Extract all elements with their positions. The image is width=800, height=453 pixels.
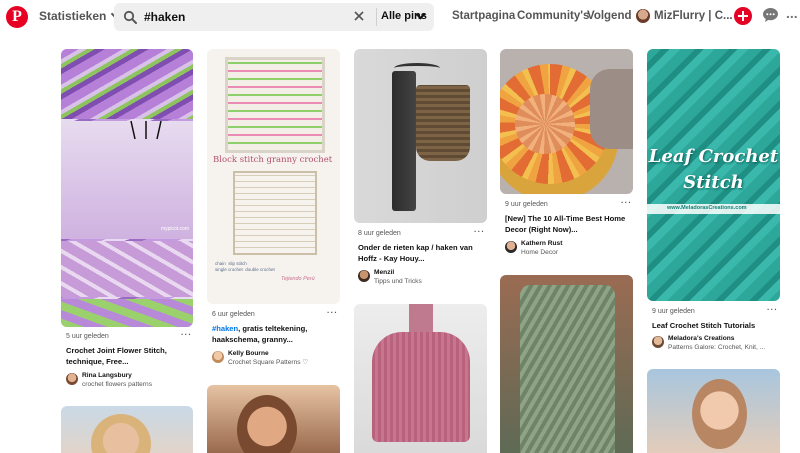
pin-user-block: Kathern Rust Home Decor <box>521 240 562 257</box>
overlay-text: Leaf Crochet Stitch <box>647 144 780 196</box>
search-icon <box>123 10 137 24</box>
legend-chain: chain <box>215 261 226 266</box>
pin-user-board[interactable]: crochet flowers patterns <box>82 381 152 390</box>
top-bar: P Statistieken #haken Alle pins Startpag… <box>0 0 800 34</box>
pin-more-button[interactable]: ··· <box>621 198 632 207</box>
search-bar[interactable]: #haken Alle pins <box>114 3 434 31</box>
pin-title[interactable]: Leaf Crochet Stitch Tutorials <box>652 320 777 331</box>
overlay-title-2: crochet <box>299 155 333 165</box>
granny-square-photo <box>225 57 325 153</box>
overlay-line-1: Leaf Crochet <box>648 146 779 167</box>
portrait <box>237 395 297 453</box>
pin-user-board[interactable]: Patterns Galore: Crochet, Knit, ... <box>668 344 765 353</box>
pin-image-basket[interactable] <box>354 49 487 223</box>
pin-image-leaf-stitch[interactable]: Leaf Crochet Stitch www.MeladorasCreatio… <box>647 49 780 301</box>
search-divider <box>376 8 377 26</box>
overlay-title: Block stitch granny <box>213 155 297 165</box>
overlay-site: www.MeladorasCreations.com <box>667 205 747 211</box>
pin-time: 6 uur geleden <box>212 311 255 318</box>
portrait <box>692 379 747 449</box>
user-avatar[interactable] <box>636 9 650 23</box>
pin-title[interactable]: #haken, gratis teltekening, haakschema, … <box>212 323 337 345</box>
create-plus-icon[interactable] <box>734 7 752 25</box>
scarf <box>392 71 416 211</box>
statistics-label: Statistieken <box>39 9 107 23</box>
pinterest-logo-icon: P <box>12 8 22 25</box>
nav-community[interactable]: Community's <box>517 10 589 22</box>
sweater <box>372 332 470 442</box>
overlay-heading: Block stitch granny crochet <box>213 155 340 165</box>
pin-image-pink-sweater[interactable] <box>354 304 487 453</box>
pin-more-button[interactable]: ··· <box>327 308 338 317</box>
avatar[interactable] <box>358 270 370 282</box>
pin-user-block: Meladora's Creations Patterns Galore: Cr… <box>668 335 765 352</box>
pin-title[interactable]: Onder de rieten kap / haken van Hoffz - … <box>358 242 483 264</box>
search-input[interactable]: #haken <box>144 10 185 24</box>
pin-title[interactable]: [New] The 10 All-Time Best Home Decor (R… <box>505 213 630 235</box>
chat-icon[interactable] <box>762 7 779 23</box>
credit-text: Tejiendo Perú <box>281 276 315 282</box>
pin-user-name[interactable]: Rina Langsbury <box>82 372 152 381</box>
diagram-chart <box>233 171 317 255</box>
pin-user-name[interactable]: Menzil <box>374 269 422 278</box>
watermark: mypicot.com <box>160 226 189 232</box>
pinterest-logo[interactable]: P <box>6 6 28 28</box>
pin-time: 8 uur geleden <box>358 230 401 237</box>
arrow-marks <box>130 120 162 140</box>
pin-user-name[interactable]: Kelly Bourne <box>228 350 308 359</box>
pin-user-board[interactable]: Crochet Square Patterns ♡ <box>228 359 308 368</box>
avatar[interactable] <box>66 373 78 385</box>
pin-time: 9 uur geleden <box>652 308 695 315</box>
pin-user-name[interactable]: Kathern Rust <box>521 240 562 249</box>
lace-top <box>520 285 615 453</box>
pin-image-joint-flower[interactable]: mypicot.com <box>61 49 193 327</box>
wicker-basket <box>416 85 470 161</box>
avatar[interactable] <box>652 336 664 348</box>
hand <box>590 69 633 149</box>
pin-image-lace-top[interactable] <box>500 275 633 453</box>
pin-user-block: Menzil Tipps und Tricks <box>374 269 422 286</box>
avatar[interactable] <box>212 351 224 363</box>
pin-image-granny-square[interactable]: Block stitch granny crochet chain slip s… <box>207 49 340 304</box>
statistics-menu[interactable]: Statistieken <box>39 9 120 23</box>
pin-more-button[interactable]: ··· <box>767 305 778 314</box>
pin-user-block: Rina Langsbury crochet flowers patterns <box>82 372 152 389</box>
more-options-icon[interactable]: ... <box>786 5 798 21</box>
pin-image-woman-3[interactable] <box>647 369 780 453</box>
portrait <box>91 414 151 453</box>
pin-user-block: Kelly Bourne Crochet Square Patterns ♡ <box>228 350 308 367</box>
pin-image-woman-1[interactable] <box>61 406 193 453</box>
pin-more-button[interactable]: ··· <box>181 330 192 339</box>
nav-following[interactable]: Volgend <box>587 10 632 22</box>
pin-time: 9 uur geleden <box>505 201 548 208</box>
pin-image-mandala[interactable] <box>500 49 633 194</box>
mandala-center <box>515 94 575 154</box>
nav-home[interactable]: Startpagina <box>452 10 515 22</box>
chart-legend: chain slip stitch single crochet double … <box>215 261 275 273</box>
legend-single: single crochet <box>215 267 243 272</box>
pin-user-board[interactable]: Home Decor <box>521 249 562 258</box>
pin-user-board[interactable]: Tipps und Tricks <box>374 278 422 287</box>
legend-slip: slip stitch <box>228 261 247 266</box>
legend-double: double crochet <box>245 267 275 272</box>
close-icon[interactable] <box>350 7 368 25</box>
overlay-line-2: Stitch <box>683 172 744 193</box>
user-profile-link[interactable]: MizFlurry | C... <box>654 10 733 22</box>
pin-image-woman-2[interactable] <box>207 385 340 453</box>
pin-user-name[interactable]: Meladora's Creations <box>668 335 765 344</box>
pin-title[interactable]: Crochet Joint Flower Stitch, technique, … <box>66 345 191 367</box>
pin-hashtag[interactable]: #haken <box>212 324 238 333</box>
avatar[interactable] <box>505 241 517 253</box>
pin-more-button[interactable]: ··· <box>474 227 485 236</box>
pin-time: 5 uur geleden <box>66 333 109 340</box>
